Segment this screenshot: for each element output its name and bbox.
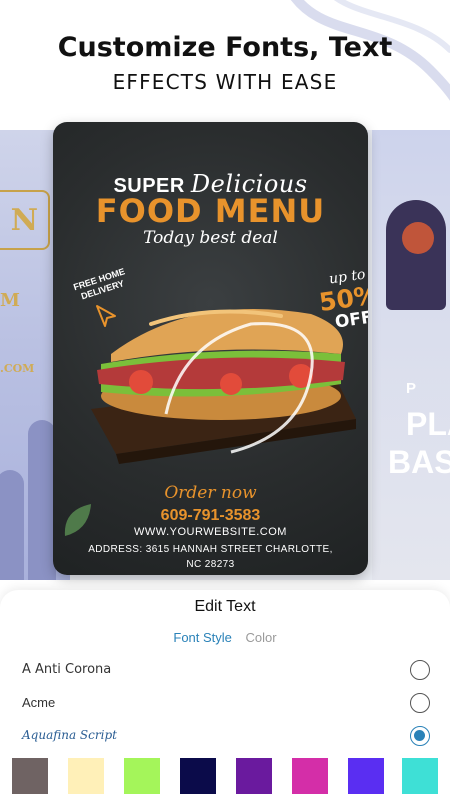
color-swatch[interactable] (292, 758, 328, 794)
poster-deal[interactable]: Today best deal (53, 228, 368, 248)
font-radio[interactable] (410, 693, 430, 713)
poster-order-now[interactable]: Order now (53, 483, 368, 503)
right-card-subtitle: BASKI (388, 444, 450, 480)
edit-text-sheet: Edit Text Font Style Color A Anti Corona… (0, 590, 450, 800)
poster-address-line1[interactable]: ADDRESS: 3615 HANNAH STREET CHARLOTTE, (53, 544, 368, 555)
font-option-a-anti-corona[interactable]: A Anti Corona (0, 656, 450, 688)
font-name: A Anti Corona (22, 662, 112, 677)
left-card-title: N (0, 190, 50, 250)
color-swatch[interactable] (402, 758, 438, 794)
poster-website[interactable]: WWW.YOURWEBSITE.COM (53, 526, 368, 538)
headline: Customize Fonts, Text (57, 32, 393, 63)
poster-address-line2[interactable]: NC 28273 (53, 559, 368, 570)
color-swatch[interactable] (180, 758, 216, 794)
left-card-text: M (0, 290, 20, 311)
subline: EFFECTS WITH EASE (112, 70, 338, 94)
tower-graphic (28, 420, 56, 580)
tab-font-style[interactable]: Font Style (173, 630, 232, 645)
right-card-title: PLA (406, 406, 450, 442)
tab-bar: Font Style Color (0, 630, 450, 645)
basketball-icon (402, 222, 434, 254)
header: Customize Fonts, Text EFFECTS WITH EASE (0, 0, 450, 130)
sandwich-image (91, 309, 356, 464)
font-option-aquafina-script[interactable]: Aquafina Script (0, 722, 450, 754)
player-image (386, 200, 446, 310)
food-menu-poster[interactable]: SUPER Delicious FOOD MENU Today best dea… (53, 122, 368, 575)
template-card-right[interactable]: P PLA BASKI (372, 130, 450, 580)
font-radio[interactable] (410, 660, 430, 680)
right-card-tag: P (406, 380, 417, 397)
left-card-website: .COM (0, 362, 35, 375)
color-swatch[interactable] (12, 758, 48, 794)
decorative-swirl (290, 0, 450, 101)
font-name: Acme (22, 695, 56, 710)
poster-phone[interactable]: 609-791-3583 (53, 507, 368, 525)
font-radio-selected[interactable] (410, 726, 430, 746)
tower-graphic (0, 470, 24, 580)
font-option-acme[interactable]: Acme (0, 689, 450, 721)
color-swatch[interactable] (236, 758, 272, 794)
color-swatches (0, 758, 450, 798)
color-swatch[interactable] (348, 758, 384, 794)
color-swatch[interactable] (68, 758, 104, 794)
font-name: Aquafina Script (22, 728, 117, 742)
poster-food-menu[interactable]: FOOD MENU (53, 192, 368, 230)
sheet-title: Edit Text (194, 598, 256, 615)
tab-color[interactable]: Color (246, 630, 277, 645)
color-swatch[interactable] (124, 758, 160, 794)
